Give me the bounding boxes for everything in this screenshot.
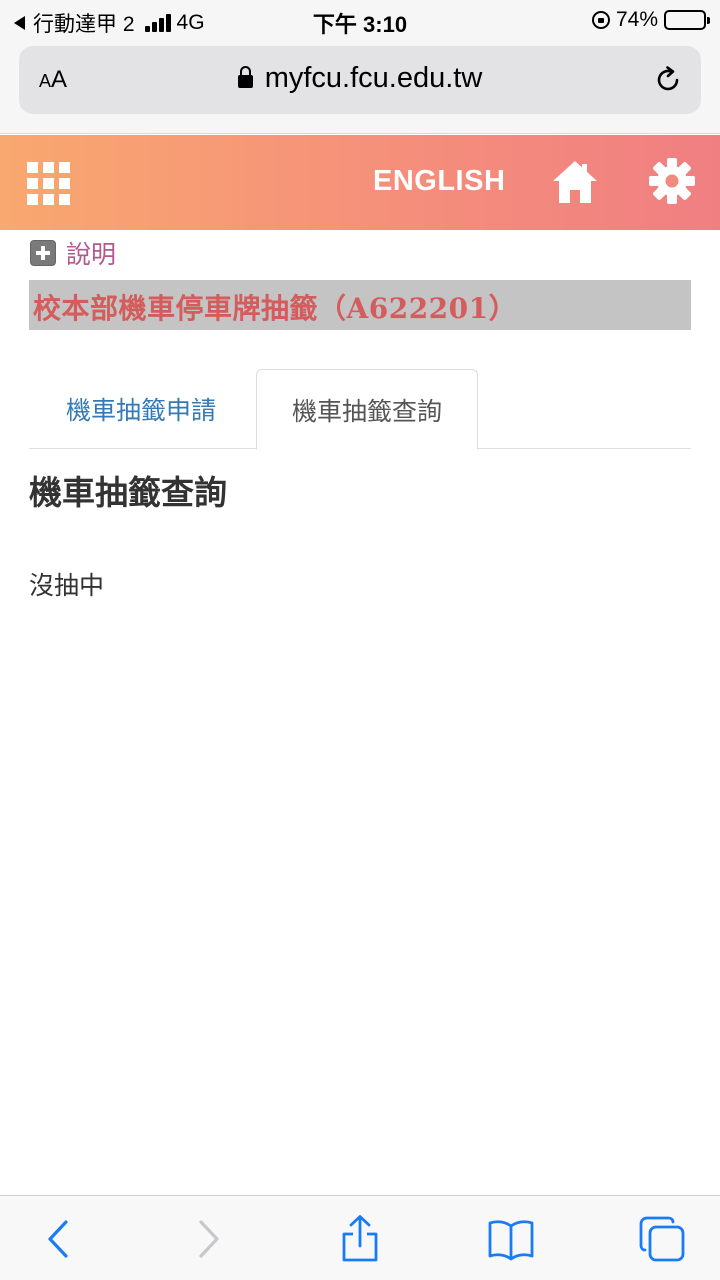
settings-gear-icon[interactable] — [648, 157, 696, 205]
address-bar[interactable]: AA myfcu.fcu.edu.tw — [19, 46, 701, 114]
status-right: 74% — [591, 8, 710, 32]
reload-icon[interactable] — [653, 65, 683, 95]
page-title: 校本部機車停車牌抽籤（A622201） — [33, 292, 518, 325]
explain-toggle[interactable]: 說明 — [30, 235, 116, 271]
browser-address-area: AA myfcu.fcu.edu.tw — [0, 40, 720, 134]
page-title-bar: 校本部機車停車牌抽籤（A622201） — [29, 280, 691, 330]
url-display[interactable]: myfcu.fcu.edu.tw — [19, 62, 701, 95]
home-icon[interactable] — [551, 159, 599, 205]
share-icon[interactable] — [335, 1214, 385, 1264]
battery-icon — [664, 10, 710, 30]
back-icon[interactable] — [34, 1214, 84, 1264]
tab-lottery-apply[interactable]: 機車抽籤申請 — [29, 369, 253, 449]
lottery-result: 沒抽中 — [29, 571, 105, 600]
bookmarks-icon[interactable] — [486, 1214, 536, 1264]
apps-grid-icon[interactable] — [27, 162, 70, 205]
status-bar: 行動達甲 2 4G 下午 3:10 74% — [0, 0, 720, 40]
browser-toolbar — [0, 1195, 720, 1280]
forward-icon[interactable] — [183, 1214, 233, 1264]
english-language-link[interactable]: ENGLISH — [373, 165, 505, 198]
battery-percent: 74% — [615, 8, 658, 31]
tab-lottery-query[interactable]: 機車抽籤查詢 — [256, 369, 478, 450]
padlock-icon — [237, 66, 253, 88]
app-header: ENGLISH — [0, 135, 720, 230]
expand-plus-icon[interactable] — [30, 240, 56, 266]
section-heading: 機車抽籤查詢 — [29, 473, 227, 512]
explain-label[interactable]: 說明 — [66, 235, 116, 271]
rotation-lock-icon — [591, 11, 610, 29]
tabs-icon[interactable] — [637, 1214, 687, 1264]
url-text: myfcu.fcu.edu.tw — [264, 62, 483, 94]
tab-bar: 機車抽籤申請 機車抽籤查詢 — [29, 369, 691, 450]
